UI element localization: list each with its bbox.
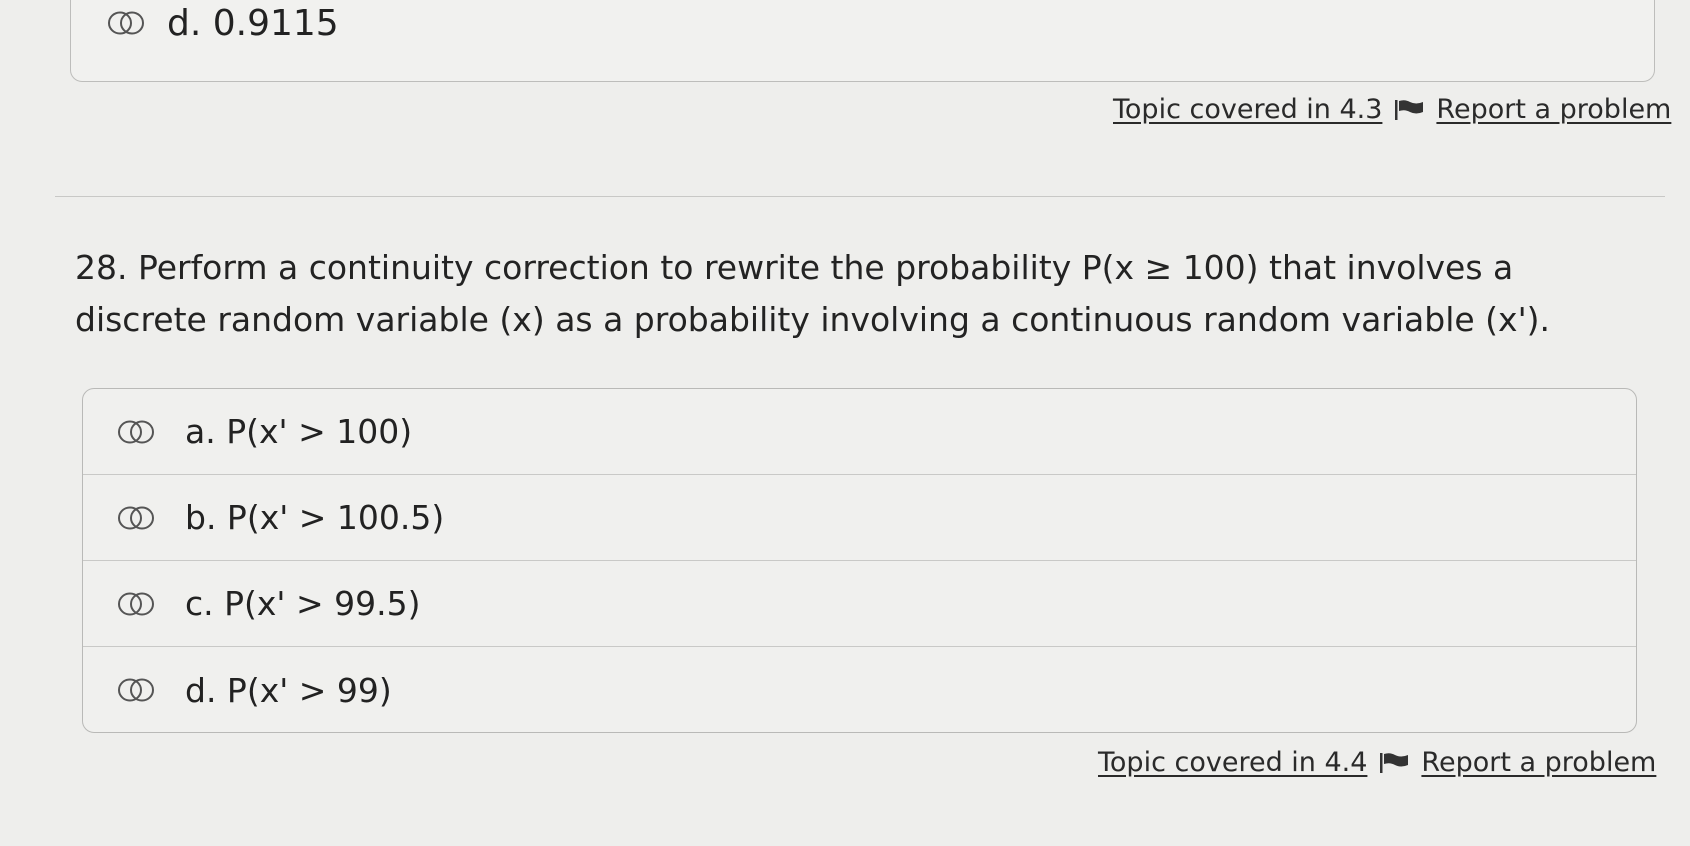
radio-button-icon[interactable] bbox=[107, 11, 145, 35]
question-divider bbox=[55, 196, 1665, 197]
previous-option-d-label: d. 0.9115 bbox=[167, 2, 339, 44]
radio-button-icon[interactable] bbox=[117, 506, 155, 530]
topic-link[interactable]: Topic covered in 4.4 bbox=[1098, 747, 1367, 778]
radio-button-icon[interactable] bbox=[117, 678, 155, 702]
topic-link[interactable]: Topic covered in 4.3 bbox=[1113, 94, 1382, 125]
previous-question-options: d. 0.9115 bbox=[70, 0, 1655, 82]
question-topic-line: Topic covered in 4.4 Report a problem bbox=[1098, 747, 1656, 778]
radio-button-icon[interactable] bbox=[117, 592, 155, 616]
option-c[interactable]: c. P(x' > 99.5) bbox=[83, 561, 1636, 647]
previous-topic-line: Topic covered in 4.3 Report a problem bbox=[1113, 94, 1671, 125]
radio-button-icon[interactable] bbox=[117, 420, 155, 444]
option-b-label: b. P(x' > 100.5) bbox=[185, 498, 445, 537]
option-b[interactable]: b. P(x' > 100.5) bbox=[83, 475, 1636, 561]
option-a-label: a. P(x' > 100) bbox=[185, 412, 413, 451]
previous-option-d[interactable]: d. 0.9115 bbox=[107, 1, 339, 45]
option-c-label: c. P(x' > 99.5) bbox=[185, 584, 421, 623]
option-d[interactable]: d. P(x' > 99) bbox=[83, 647, 1636, 732]
answer-options: a. P(x' > 100) b. P(x' > 100.5) c. P(x' … bbox=[82, 388, 1637, 733]
question-text: 28. Perform a continuity correction to r… bbox=[75, 248, 1551, 339]
option-d-label: d. P(x' > 99) bbox=[185, 670, 392, 710]
report-problem-link[interactable]: Report a problem bbox=[1421, 747, 1656, 778]
flag-icon bbox=[1394, 99, 1424, 121]
report-problem-link[interactable]: Report a problem bbox=[1436, 94, 1671, 125]
flag-icon bbox=[1379, 752, 1409, 774]
option-a[interactable]: a. P(x' > 100) bbox=[83, 389, 1636, 475]
